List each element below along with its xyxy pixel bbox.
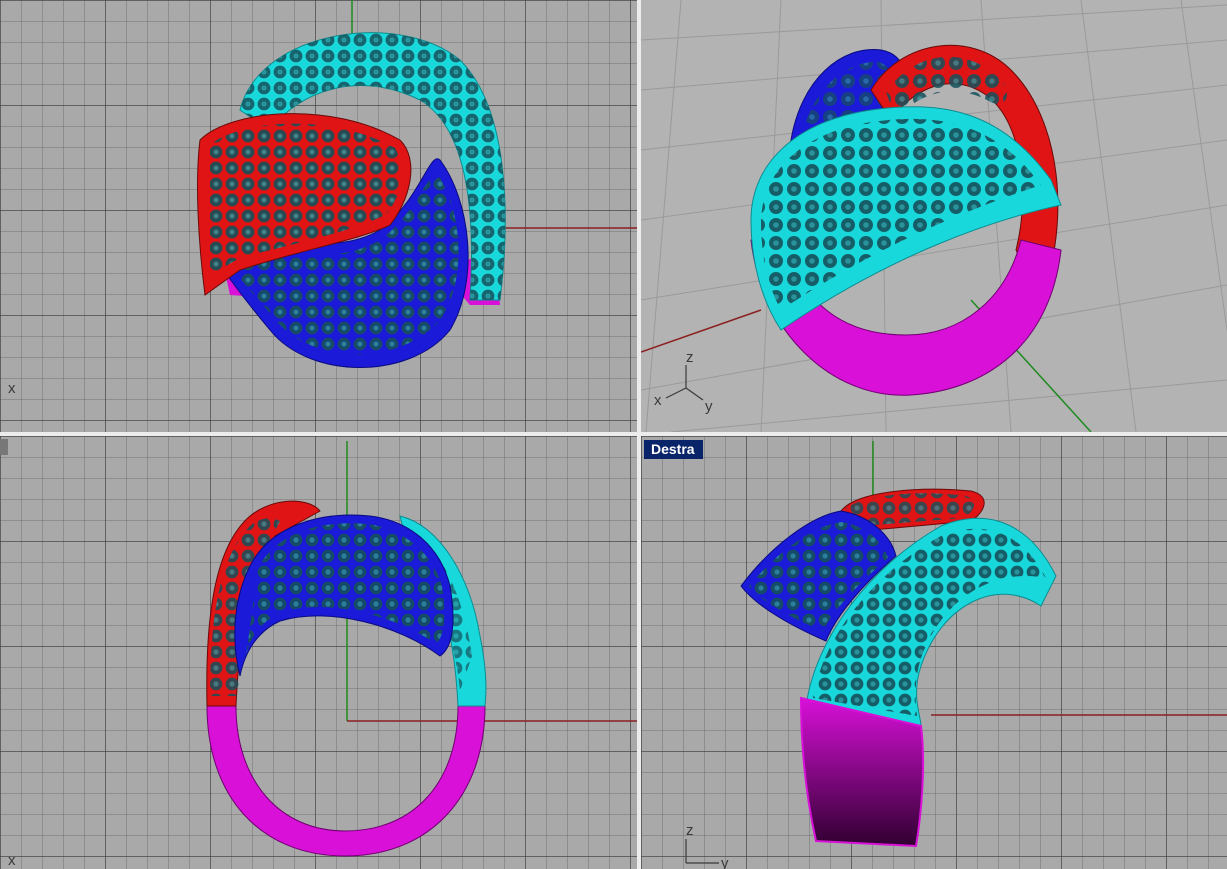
viewport-top-left-canvas xyxy=(197,0,637,368)
axis-label-x: x xyxy=(8,852,16,869)
viewport-divider-horizontal[interactable] xyxy=(0,432,1227,436)
viewport-front[interactable]: x xyxy=(0,436,637,869)
viewport-top-left[interactable]: x xyxy=(0,0,637,432)
axis-label-z: z xyxy=(686,822,694,839)
viewport-front-canvas xyxy=(206,441,637,857)
magenta-shank xyxy=(206,705,486,857)
axis-label-x: x xyxy=(654,392,662,409)
axis-label-y: y xyxy=(705,398,713,415)
viewport-title[interactable]: Destra xyxy=(644,440,703,459)
axis-label-z: z xyxy=(686,349,694,366)
axis-label-x: x xyxy=(8,380,16,397)
axis-triad-icon xyxy=(685,839,719,864)
viewport-right[interactable]: z y Destra xyxy=(641,436,1227,869)
viewport-perspective[interactable]: z x y xyxy=(641,0,1227,432)
viewport-right-canvas: z y xyxy=(685,441,1227,869)
x-axis-line xyxy=(641,309,762,353)
axis-label-y: y xyxy=(721,855,729,869)
viewport-perspective-canvas: z x y xyxy=(641,0,1227,432)
